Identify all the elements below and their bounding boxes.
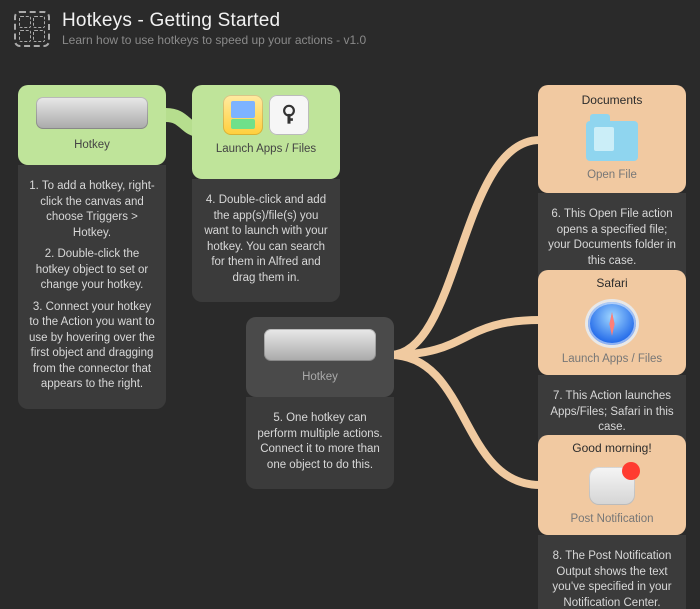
caption-text: 6. This Open File action opens a specifi… (548, 207, 676, 269)
workflow-logo-icon (14, 11, 50, 47)
caption-5: 5. One hotkey can perform multiple actio… (246, 397, 394, 489)
node-notification[interactable]: Good morning! Post Notification (538, 435, 686, 535)
node-label: Hotkey (302, 371, 338, 383)
node-hotkey-2[interactable]: Hotkey (246, 317, 394, 397)
workflow-title: Hotkeys - Getting Started (62, 10, 366, 32)
node-sub: Open File (587, 169, 637, 181)
safari-icon (588, 302, 636, 345)
hotkey-well-icon (264, 329, 376, 361)
workflow-header: Hotkeys - Getting Started Learn how to u… (0, 0, 700, 55)
workflow-canvas[interactable]: Hotkey 1. To add a hotkey, right-click t… (0, 55, 700, 605)
node-title: Good morning! (572, 441, 651, 455)
caption-text: 7. This Action launches Apps/Files; Safa… (548, 389, 676, 436)
hotkey-well-icon (36, 97, 148, 129)
onepassword-icon (269, 95, 309, 135)
notification-icon (589, 467, 635, 505)
node-title: Safari (596, 276, 627, 290)
caption-text: 3. Connect your hotkey to the Action you… (28, 300, 156, 393)
caption-text: 2. Double-click the hotkey object to set… (28, 247, 156, 294)
workflow-subtitle: Learn how to use hotkeys to speed up you… (62, 33, 366, 47)
node-sub: Launch Apps / Files (562, 353, 662, 365)
app-icons-row (223, 95, 309, 135)
caption-4: 4. Double-click and add the app(s)/file(… (192, 179, 340, 302)
node-label: Hotkey (74, 139, 110, 151)
caption-1: 1. To add a hotkey, right-click the canv… (18, 165, 166, 409)
caption-text: 1. To add a hotkey, right-click the canv… (28, 179, 156, 241)
caption-text: 4. Double-click and add the app(s)/file(… (202, 193, 330, 286)
node-label: Launch Apps / Files (216, 143, 316, 155)
node-title: Documents (582, 93, 643, 107)
caption-8: 8. The Post Notification Output shows th… (538, 535, 686, 609)
node-launch-apps[interactable]: Launch Apps / Files (192, 85, 340, 179)
node-sub: Post Notification (570, 513, 653, 525)
node-safari[interactable]: Safari Launch Apps / Files (538, 270, 686, 375)
caption-text: 5. One hotkey can perform multiple actio… (256, 411, 384, 473)
caption-text: 8. The Post Notification Output shows th… (548, 549, 676, 609)
folder-icon (586, 121, 638, 161)
app-icon (223, 95, 263, 135)
node-hotkey-1[interactable]: Hotkey (18, 85, 166, 165)
node-documents[interactable]: Documents Open File (538, 85, 686, 193)
